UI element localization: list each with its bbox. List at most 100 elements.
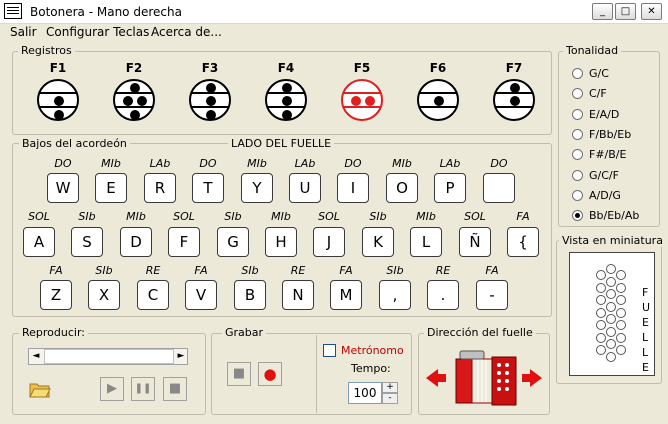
metronomo-checkbox[interactable] (323, 344, 336, 357)
note-label: SIb (95, 264, 113, 277)
stop-playback-button[interactable]: ■ (163, 377, 187, 401)
key-row1-4[interactable]: Y (241, 173, 273, 203)
key-row3-6[interactable]: M (330, 280, 362, 310)
key-row1-7[interactable]: O (386, 173, 418, 203)
key-row3-2[interactable]: C (137, 280, 169, 310)
tonalidad-radio-4[interactable] (572, 149, 583, 160)
tonalidad-label: F/Bb/Eb (589, 128, 632, 141)
f-button-6[interactable] (417, 79, 459, 121)
note-label: LAb (439, 157, 461, 170)
mini-button (616, 295, 626, 305)
key-row1-3[interactable]: T (192, 173, 224, 203)
mini-button (596, 307, 606, 318)
menu-salir[interactable]: Salir (10, 25, 37, 39)
key-row2-10[interactable]: { (507, 227, 539, 257)
tempo-input[interactable]: 100 (348, 382, 382, 404)
key-row1-9[interactable] (483, 173, 515, 203)
tonalidad-radio-1[interactable] (572, 88, 583, 99)
register-dot (510, 96, 520, 106)
tonalidad-radio-3[interactable] (572, 129, 583, 140)
register-dot (130, 83, 140, 93)
menu-acerca-de[interactable]: Acerca de... (151, 25, 222, 39)
title-bar: Botonera - Mano derecha _ □ ✕ (0, 0, 668, 24)
mini-button (606, 289, 616, 299)
note-label: RE (145, 264, 161, 277)
key-row2-5[interactable]: H (265, 227, 297, 257)
mini-button (596, 270, 606, 280)
mini-button (596, 320, 606, 330)
tonalidad-label: E/A/D (589, 108, 620, 121)
close-button[interactable]: ✕ (641, 3, 662, 20)
f-button-4[interactable] (265, 79, 307, 121)
key-row3-3[interactable]: V (185, 280, 217, 310)
register-dot (54, 110, 64, 120)
key-row3-1[interactable]: X (88, 280, 120, 310)
tempo-down-button[interactable]: - (382, 393, 398, 404)
register-dot (123, 96, 133, 106)
reproducir-group (12, 333, 206, 415)
tonalidad-radio-0[interactable] (572, 68, 583, 79)
scroll-left-icon[interactable]: ◄ (29, 349, 43, 364)
bellows-line (191, 106, 229, 108)
tonalidad-radio-7[interactable] (572, 210, 583, 221)
key-row2-9[interactable]: Ñ (459, 227, 491, 257)
tempo-up-button[interactable]: + (382, 382, 398, 393)
key-row1-2[interactable]: R (144, 173, 176, 203)
key-row3-4[interactable]: B (234, 280, 266, 310)
key-row2-7[interactable]: K (362, 227, 394, 257)
key-row2-8[interactable]: L (410, 227, 442, 257)
record-stop-button[interactable]: ■ (227, 362, 251, 386)
note-label: SOL (28, 210, 50, 223)
key-row1-1[interactable]: E (95, 173, 127, 203)
note-label: DO (344, 157, 362, 170)
bellows-line (39, 92, 77, 94)
maximize-button[interactable]: □ (615, 3, 636, 20)
registros-title: Registros (18, 45, 75, 57)
key-row3-0[interactable]: Z (40, 280, 72, 310)
key-row2-3[interactable]: F (168, 227, 200, 257)
scroll-right-icon[interactable]: ► (174, 349, 188, 364)
key-row2-6[interactable]: J (313, 227, 345, 257)
pause-button[interactable]: ❚❚ (131, 377, 155, 401)
register-dot (282, 83, 292, 93)
miniatura-title: Vista en miniatura (559, 235, 666, 247)
key-row1-0[interactable]: W (47, 173, 79, 203)
key-row3-9[interactable]: - (476, 280, 508, 310)
record-button[interactable]: ● (258, 362, 282, 386)
note-label: DO (54, 157, 72, 170)
key-row2-0[interactable]: A (23, 227, 55, 257)
bellows-line (39, 106, 77, 108)
menu-configurar-teclas[interactable]: Configurar Teclas (46, 25, 149, 39)
key-row3-8[interactable]: . (427, 280, 459, 310)
mini-button (606, 326, 616, 337)
f-button-label: F5 (353, 61, 371, 75)
tonalidad-radio-5[interactable] (572, 170, 583, 181)
tonalidad-radio-2[interactable] (572, 109, 583, 120)
key-row1-5[interactable]: U (289, 173, 321, 203)
scroll-thumb[interactable] (44, 349, 174, 364)
mini-button (606, 314, 616, 324)
key-row3-5[interactable]: N (282, 280, 314, 310)
note-label: SIb (369, 210, 387, 223)
bellows-line (115, 106, 153, 108)
tonalidad-label: Bb/Eb/Ab (589, 209, 640, 222)
tempo-label: Tempo: (351, 362, 391, 375)
bellows-line (343, 106, 381, 108)
f-button-1[interactable] (37, 79, 79, 121)
f-button-2[interactable] (113, 79, 155, 121)
key-row2-4[interactable]: G (217, 227, 249, 257)
tonalidad-radio-6[interactable] (572, 190, 583, 201)
key-row1-8[interactable]: P (434, 173, 466, 203)
key-row2-1[interactable]: S (71, 227, 103, 257)
key-row2-2[interactable]: D (120, 227, 152, 257)
open-folder-icon[interactable] (28, 378, 52, 400)
bellows-line (343, 92, 381, 94)
f-button-7[interactable] (493, 79, 535, 121)
play-button[interactable]: ▶ (100, 377, 124, 401)
f-button-5[interactable] (341, 79, 383, 121)
key-row1-6[interactable]: I (337, 173, 369, 203)
bellows-line (495, 106, 533, 108)
key-row3-7[interactable]: , (379, 280, 411, 310)
f-button-3[interactable] (189, 79, 231, 121)
minimize-button[interactable]: _ (592, 3, 613, 20)
